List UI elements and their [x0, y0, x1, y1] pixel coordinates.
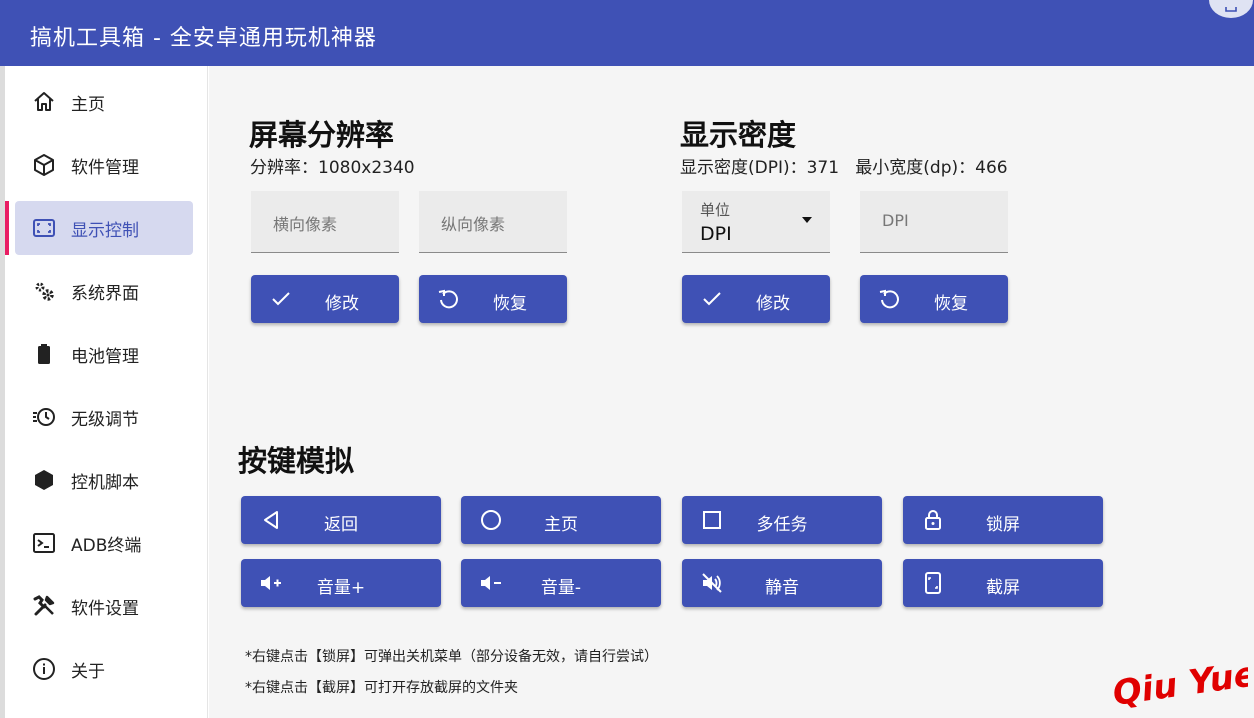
density-restore-label: 恢复: [934, 294, 968, 314]
home-key-button[interactable]: 主页: [461, 496, 661, 544]
sidebar: 主页 软件管理 显示控制 系统界面 电池管理 无级调节 控机脚本 ADB终端 软…: [5, 66, 208, 718]
title-bar: 搞机工具箱 - 全安卓通用玩机神器: [0, 0, 1254, 66]
lock-screen-label: 锁屏: [986, 515, 1020, 535]
battery-icon: [31, 341, 57, 367]
clock-adjust-icon: [31, 404, 57, 430]
sidebar-item-home[interactable]: 主页: [5, 75, 208, 129]
active-indicator: [5, 201, 9, 255]
volume-up-label: 音量+: [316, 578, 366, 598]
resolution-restore-label: 恢复: [493, 294, 527, 314]
sidebar-item-label: 控机脚本: [71, 472, 139, 493]
sidebar-item-about[interactable]: 关于: [5, 642, 208, 696]
sidebar-item-scripts[interactable]: 控机脚本: [5, 453, 208, 507]
height-pixels-input[interactable]: 纵向像素: [419, 191, 567, 253]
lock-screen-note: *右键点击【锁屏】可弹出关机菜单（部分设备无效，请自行尝试）: [245, 649, 658, 665]
density-info: 显示密度(DPI)：371 最小宽度(dp)：466: [680, 158, 1008, 178]
home-icon: [31, 89, 57, 115]
volume-down-label: 音量-: [540, 578, 582, 598]
sidebar-item-settings[interactable]: 软件设置: [5, 579, 208, 633]
sidebar-item-label: 无级调节: [71, 409, 139, 430]
dpi-placeholder: DPI: [882, 211, 909, 230]
expand-icon: [1225, 7, 1237, 12]
sidebar-item-stepless[interactable]: 无级调节: [5, 390, 208, 444]
lock-screen-button[interactable]: 锁屏: [903, 496, 1103, 544]
density-title: 显示密度: [680, 118, 797, 152]
sidebar-item-adb-terminal[interactable]: ADB终端: [5, 516, 208, 570]
width-pixels-placeholder: 横向像素: [273, 215, 338, 234]
screen-expand-icon: [31, 215, 57, 241]
key-simulation-title: 按键模拟: [238, 444, 355, 478]
terminal-icon: [31, 530, 57, 556]
home-key-label: 主页: [544, 515, 578, 535]
density-restore-button[interactable]: 恢复: [860, 275, 1008, 323]
mute-label: 静音: [765, 578, 799, 598]
unit-select[interactable]: 单位 DPI: [682, 191, 830, 253]
recents-key-button[interactable]: 多任务: [682, 496, 882, 544]
dpi-input[interactable]: DPI: [860, 191, 1008, 253]
density-modify-label: 修改: [756, 294, 790, 314]
window-title: 搞机工具箱 - 全安卓通用玩机神器: [30, 26, 377, 51]
height-pixels-placeholder: 纵向像素: [441, 215, 506, 234]
width-pixels-input[interactable]: 横向像素: [251, 191, 399, 253]
resolution-title: 屏幕分辨率: [249, 118, 395, 152]
volume-down-button[interactable]: 音量-: [461, 559, 661, 607]
sidebar-item-label: 电池管理: [71, 346, 139, 367]
density-modify-button[interactable]: 修改: [682, 275, 830, 323]
sidebar-item-label: 软件设置: [71, 598, 139, 619]
main-content: 屏幕分辨率 分辨率：1080x2340 横向像素 纵向像素 修改 恢复 显示密度…: [209, 66, 1254, 718]
unit-select-value: DPI: [700, 223, 732, 245]
resolution-info: 分辨率：1080x2340: [250, 158, 415, 178]
package-icon: [31, 152, 57, 178]
info-icon: [31, 656, 57, 682]
sidebar-item-software[interactable]: 软件管理: [5, 138, 208, 192]
sidebar-item-display[interactable]: 显示控制: [5, 201, 208, 255]
watermark-text: Qiu Yue: [1110, 654, 1248, 712]
sidebar-item-system-ui[interactable]: 系统界面: [5, 264, 208, 318]
gears-icon: [31, 278, 57, 304]
recents-key-label: 多任务: [756, 515, 808, 535]
resolution-restore-button[interactable]: 恢复: [419, 275, 567, 323]
screenshot-button[interactable]: 截屏: [903, 559, 1103, 607]
sidebar-item-label: 主页: [71, 94, 105, 115]
resolution-modify-button[interactable]: 修改: [251, 275, 399, 323]
tools-icon: [31, 593, 57, 619]
watermark: Qiu Yue: [1110, 654, 1248, 712]
volume-up-button[interactable]: 音量+: [241, 559, 441, 607]
sidebar-item-battery[interactable]: 电池管理: [5, 327, 208, 381]
screenshot-label: 截屏: [986, 578, 1020, 598]
screenshot-note: *右键点击【截屏】可打开存放截屏的文件夹: [245, 680, 518, 696]
sidebar-item-label: 软件管理: [71, 157, 139, 178]
hexagon-icon: [31, 467, 57, 493]
sidebar-item-label: 显示控制: [71, 220, 139, 241]
unit-select-caption: 单位: [700, 201, 731, 219]
sidebar-item-label: 系统界面: [71, 283, 139, 304]
back-key-button[interactable]: 返回: [241, 496, 441, 544]
dropdown-arrow-icon: [802, 217, 812, 223]
sidebar-item-label: ADB终端: [71, 535, 142, 556]
sidebar-item-label: 关于: [71, 661, 105, 682]
corner-button[interactable]: [1209, 0, 1253, 18]
resolution-modify-label: 修改: [325, 294, 359, 314]
back-key-label: 返回: [324, 515, 358, 535]
mute-button[interactable]: 静音: [682, 559, 882, 607]
